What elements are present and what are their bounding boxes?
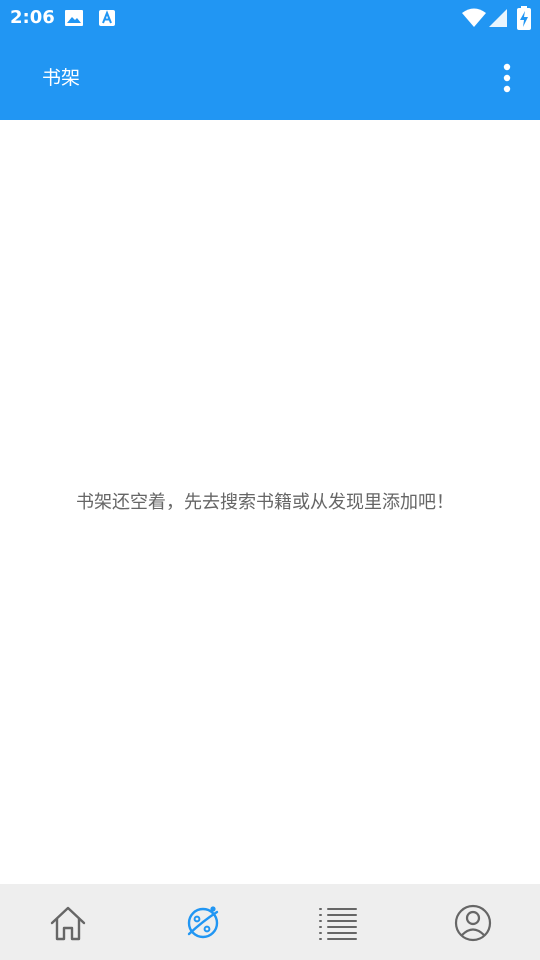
bottom-navigation xyxy=(0,884,540,960)
page-title: 书架 xyxy=(42,67,81,89)
wifi-icon xyxy=(462,8,486,27)
status-time: 2:06 xyxy=(10,7,55,28)
status-bar: 2:06 xyxy=(0,0,540,36)
image-icon xyxy=(65,10,83,26)
empty-shelf-message: 书架还空着，先去搜索书籍或从发现里添加吧！ xyxy=(76,492,454,513)
nav-item-profile[interactable] xyxy=(405,884,540,960)
profile-icon xyxy=(454,904,492,942)
bookshelf-screen: 2:06 书架 书架还空着，先去搜索书籍或从发现里添加吧！ xyxy=(0,0,540,960)
discover-icon xyxy=(187,906,219,939)
list-icon xyxy=(319,908,357,940)
text-a-icon xyxy=(99,10,115,26)
more-options-button[interactable] xyxy=(492,60,522,96)
app-bar: 书架 xyxy=(0,36,540,120)
bookshelf-content: 书架还空着，先去搜索书籍或从发现里添加吧！ xyxy=(0,120,540,884)
more-vert-icon xyxy=(503,63,511,93)
battery-charging-icon xyxy=(517,6,531,30)
nav-item-list[interactable] xyxy=(270,884,405,960)
home-icon xyxy=(50,906,86,941)
nav-item-home[interactable] xyxy=(0,884,135,960)
cellular-icon xyxy=(489,9,507,27)
nav-item-discover[interactable] xyxy=(135,884,270,960)
